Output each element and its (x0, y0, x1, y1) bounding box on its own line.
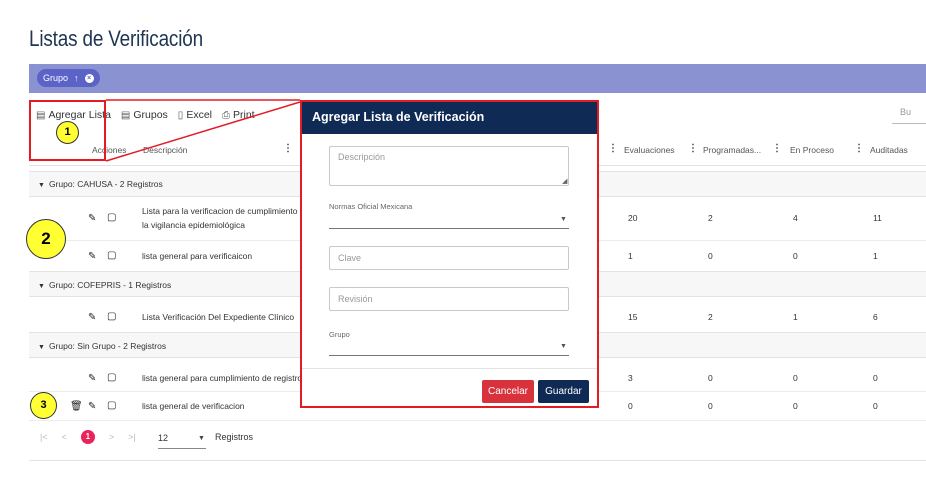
cancel-button[interactable]: Cancelar (482, 380, 534, 403)
resize-handle-icon[interactable]: ◢ (562, 177, 567, 185)
clave-placeholder: Clave (338, 253, 362, 263)
callout-badge: 1 (56, 121, 79, 144)
grupo-label: Grupo (329, 330, 350, 339)
dialog-footer-divider (302, 368, 597, 369)
normas-select[interactable] (329, 228, 569, 229)
clave-input[interactable] (329, 246, 569, 270)
dialog-title: Agregar Lista de Verificación (312, 110, 485, 124)
normas-label: Normas Oficial Mexicana (329, 202, 413, 211)
grupo-select[interactable] (329, 355, 569, 356)
callout-badge: 3 (30, 392, 57, 419)
chevron-down-icon[interactable]: ▼ (560, 343, 567, 350)
descripcion-placeholder: Descripción (338, 152, 386, 162)
revision-placeholder: Revisión (338, 294, 373, 304)
callout-badge: 2 (26, 219, 66, 259)
save-button[interactable]: Guardar (538, 380, 589, 403)
chevron-down-icon[interactable]: ▼ (560, 216, 567, 223)
